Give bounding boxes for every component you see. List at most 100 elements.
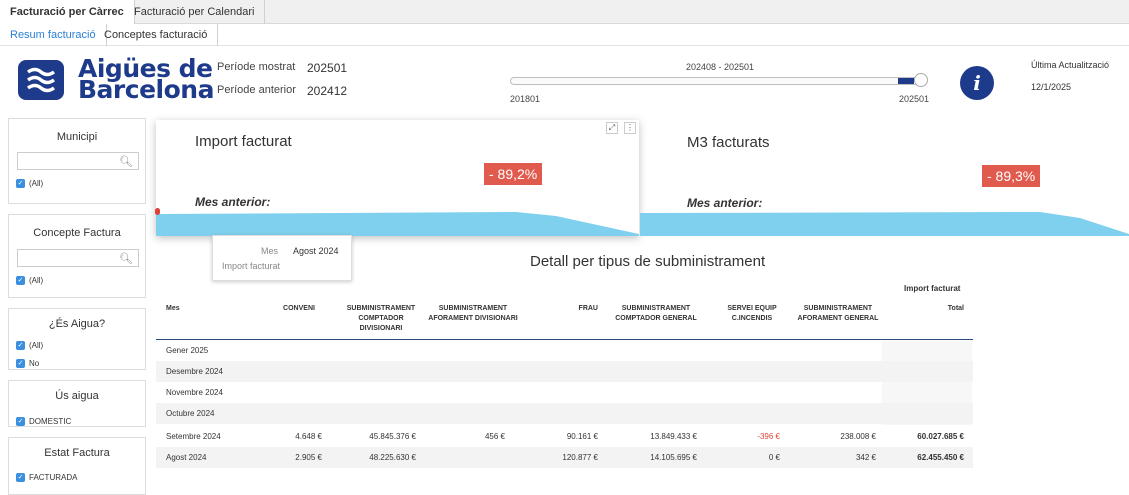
expand-icon[interactable]: ⤢ <box>606 122 618 134</box>
cell-comptador-general: 14.105.695 € <box>650 453 697 462</box>
tab-conceptes-facturacio[interactable]: Conceptes facturació <box>94 24 219 46</box>
period-slider-track[interactable] <box>510 77 920 85</box>
cell-conveni: 2.905 € <box>295 453 322 462</box>
column-header-comptador-general[interactable]: SUBMINISTRAMENT COMPTADOR GENERAL <box>611 304 701 324</box>
kpi-title: Import facturat <box>195 133 292 150</box>
filter-title: ¿És Aigua? <box>48 318 106 330</box>
filter-us-aigua: Ús aigua ✓ DOMESTIC <box>8 380 146 427</box>
kpi-previous-label: Mes anterior: <box>687 196 763 210</box>
period-shown-label: Període mostrat <box>217 61 296 73</box>
filter-option[interactable]: ✓ FACTURADA <box>16 473 77 483</box>
cell-mes: Gener 2025 <box>166 346 209 355</box>
filter-concepte-factura: Concepte Factura 🔍︎ ✓ (All) <box>8 214 146 298</box>
column-header-total[interactable]: Total <box>916 304 964 314</box>
last-update-label: Última Actualització <box>1031 60 1110 70</box>
cell-aforament-general: 342 € <box>855 453 876 462</box>
slider-max-label: 202501 <box>899 94 930 104</box>
table-row: Desembre 2024 <box>156 361 973 382</box>
checkbox-icon: ✓ <box>16 179 25 189</box>
column-header-aforament-general[interactable]: SUBMINISTRAMENT AFORAMENT GENERAL <box>793 304 883 324</box>
cell-mes: Setembre 2024 <box>166 432 221 441</box>
chart-tooltip: Mes Agost 2024 Import facturat <box>212 235 352 281</box>
filter-search-input[interactable]: 🔍︎ <box>17 152 139 170</box>
tooltip-import-label: Import facturat <box>222 261 281 271</box>
cell-mes: Agost 2024 <box>166 453 207 462</box>
table-row: Octubre 2024 <box>156 403 973 424</box>
table-row: Novembre 2024 <box>156 382 973 403</box>
kpi-sparkline <box>640 212 1129 236</box>
filter-search-input[interactable]: 🔍︎ <box>17 249 139 267</box>
column-header-conveni[interactable]: CONVENI <box>274 304 324 314</box>
column-header-equip-incendis[interactable]: SERVEI EQUIP C.INCENDIS <box>712 304 792 324</box>
info-icon[interactable]: i <box>960 66 994 100</box>
cell-total: 60.027.685 € <box>917 432 964 441</box>
period-shown-value: 202501 <box>307 61 348 75</box>
option-label: (All) <box>29 276 44 285</box>
cell-aforament-general: 238.008 € <box>840 432 876 441</box>
option-label: No <box>29 359 40 368</box>
column-header-comptador-divisionari[interactable]: SUBMINISTRAMENT COMPTADOR DIVISIONARI <box>336 304 426 334</box>
tab-resum-facturacio[interactable]: Resum facturació <box>0 24 107 46</box>
period-previous-label: Període anterior <box>217 84 296 96</box>
checkbox-icon: ✓ <box>16 417 25 426</box>
checkbox-icon: ✓ <box>16 341 25 351</box>
cell-mes: Novembre 2024 <box>166 388 223 397</box>
period-slider-fill <box>898 78 914 84</box>
checkbox-icon: ✓ <box>16 359 25 369</box>
cell-comptador-divisionari: 48.225.630 € <box>369 453 416 462</box>
filter-option[interactable]: ✓ (All) <box>16 179 43 189</box>
agbar-waves-logo-icon <box>18 60 64 100</box>
filter-title: Municipi <box>56 131 98 143</box>
top-tab-bar: Facturació per Càrrec Facturació per Cal… <box>0 0 1129 25</box>
tab-facturacio-per-calendari[interactable]: Facturació per Calendari <box>124 0 266 24</box>
filter-title: Concepte Factura <box>33 227 121 239</box>
kpi-change-badge: - 89,3% <box>982 165 1041 187</box>
tooltip-mes-value: Agost 2024 <box>293 246 339 256</box>
checkbox-icon: ✓ <box>16 473 25 483</box>
tooltip-mes-label: Mes <box>261 246 279 256</box>
kpi-card-import-facturat[interactable]: Import facturat - 89,2% Mes anterior: <box>156 120 639 236</box>
detail-title: Detall per tipus de subministrament <box>530 253 766 270</box>
search-icon: 🔍︎ <box>119 156 133 168</box>
kpi-previous-label: Mes anterior: <box>195 195 271 209</box>
cell-conveni: 4.648 € <box>295 432 322 441</box>
filter-option[interactable]: ✓ (All) <box>16 276 43 286</box>
sub-tab-bar: Resum facturació Conceptes facturació <box>0 24 1129 46</box>
option-label: DOMESTIC <box>29 417 72 426</box>
cell-mes: Desembre 2024 <box>166 367 223 376</box>
table-row: Agost 2024 2.905 € 48.225.630 € 120.877 … <box>156 447 973 468</box>
cell-comptador-divisionari: 45.845.376 € <box>369 432 416 441</box>
logo-line-2: Barcelona <box>78 75 214 104</box>
column-header-aforament-divisionari[interactable]: SUBMINISTRAMENT AFORAMENT DIVISIONARI <box>428 304 518 324</box>
column-header-mes[interactable]: Mes <box>166 304 180 314</box>
cell-total: 62.455.450 € <box>917 453 964 462</box>
option-label: (All) <box>29 341 44 350</box>
more-options-icon[interactable]: ⋮ <box>624 122 636 134</box>
cell-mes: Octubre 2024 <box>166 409 215 418</box>
period-previous-value: 202412 <box>307 84 348 98</box>
column-header-frau[interactable]: FRAU <box>546 304 598 314</box>
filter-option[interactable]: ✓ No <box>16 359 39 369</box>
kpi-title: M3 facturats <box>687 134 770 151</box>
cell-frau: 120.877 € <box>562 453 598 462</box>
last-update-date: 12/1/2025 <box>1031 82 1072 92</box>
kpi-change-badge: - 89,2% <box>484 163 543 185</box>
slider-range-label: 202408 - 202501 <box>686 62 755 72</box>
filter-option[interactable]: ✓ DOMESTIC <box>16 417 72 426</box>
logo-text: Aigües de Barcelona <box>78 56 214 104</box>
period-slider-handle[interactable] <box>914 73 928 87</box>
cell-frau: 90.161 € <box>566 432 598 441</box>
filter-title: Estat Factura <box>44 447 110 459</box>
cell-comptador-general: 13.849.433 € <box>650 432 697 441</box>
filter-option[interactable]: ✓ (All) <box>16 341 43 351</box>
group-header: Import facturat <box>904 284 961 293</box>
sparkline-marker <box>155 208 160 215</box>
cell-equip-incendis: -396 € <box>757 432 780 441</box>
checkbox-icon: ✓ <box>16 276 25 286</box>
table-row: Gener 2025 <box>156 340 973 361</box>
filter-estat-factura: Estat Factura ✓ FACTURADA <box>8 437 146 495</box>
filter-title: Ús aigua <box>55 390 99 402</box>
kpi-sparkline <box>156 212 639 236</box>
search-icon: 🔍︎ <box>119 253 133 265</box>
tab-facturacio-per-carrec[interactable]: Facturació per Càrrec <box>0 0 135 25</box>
